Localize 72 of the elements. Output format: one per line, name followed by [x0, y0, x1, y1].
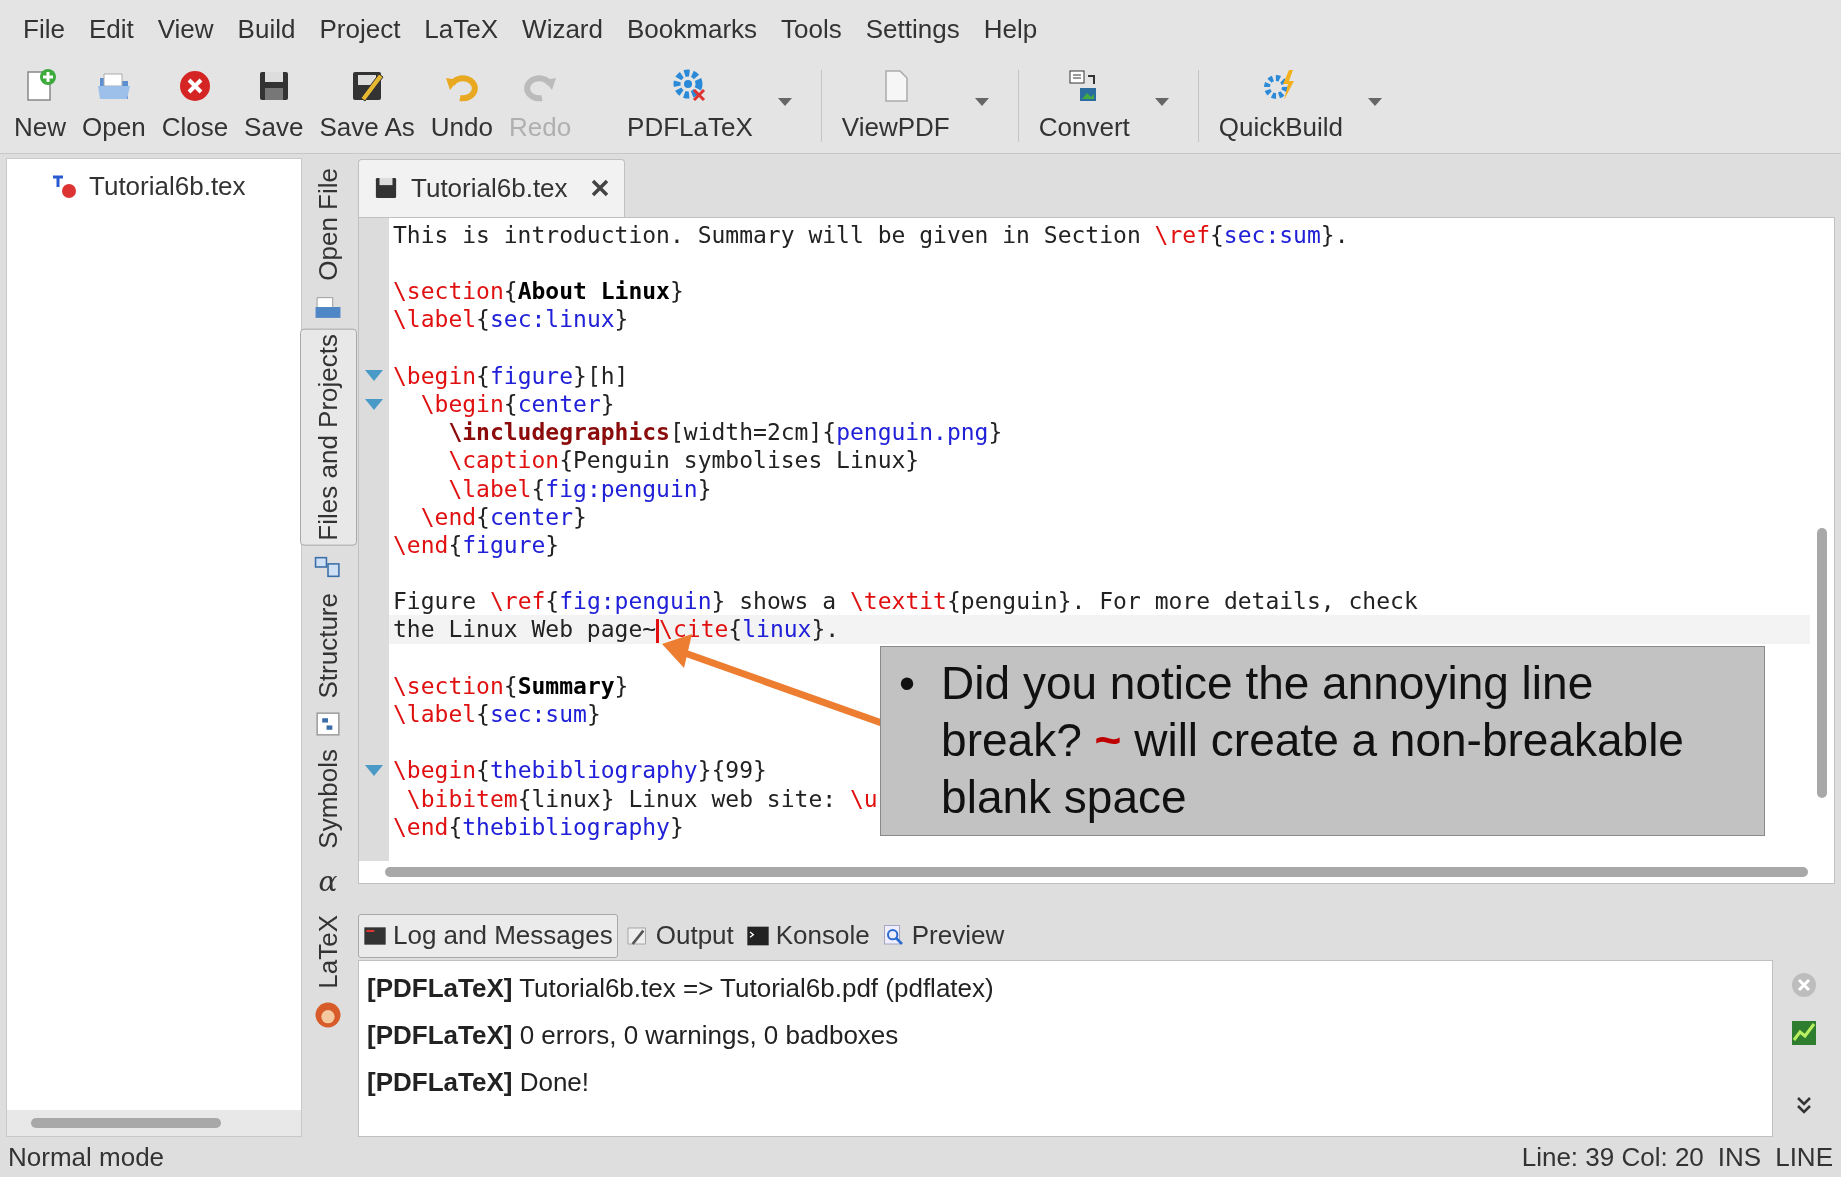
toolbar-button[interactable]: Open	[74, 67, 154, 144]
toolbar-button[interactable]: Convert	[1030, 67, 1138, 144]
toolbar-button[interactable]: Undo	[422, 67, 501, 144]
side-tab[interactable]: LaTeX	[300, 910, 356, 993]
menu-item[interactable]: Help	[974, 9, 1047, 49]
toolbar-button[interactable]: New	[6, 67, 74, 144]
panel-tab[interactable]: Log and Messages	[358, 913, 618, 958]
menu-item[interactable]: File	[14, 9, 74, 49]
editor-tab[interactable]: Tutorial6b.tex	[358, 158, 625, 217]
code-line: \end{thebibliography}	[392, 812, 684, 841]
mode-label: Normal mode	[8, 1140, 165, 1174]
close-icon[interactable]	[589, 178, 610, 199]
code-line: \begin{center}	[419, 390, 615, 419]
dropdown-caret-icon[interactable]	[776, 96, 793, 107]
menu-item[interactable]: Bookmarks	[618, 9, 767, 49]
code-line: \begin{figure}[h]	[392, 361, 629, 390]
menu-item[interactable]: LaTeX	[415, 9, 508, 49]
panel-tab[interactable]: Output	[621, 913, 738, 958]
side-tab[interactable]: Structure	[300, 589, 356, 703]
toolbar-button[interactable]: Save	[236, 67, 312, 144]
code-line: This is introduction. Summary will be given in Section \ref{sec:sum}.	[392, 220, 1349, 250]
fold-marker-icon[interactable]	[364, 397, 384, 411]
menu-item[interactable]: View	[148, 9, 223, 49]
code-line: \section{About Linux}	[392, 277, 684, 306]
side-tab[interactable]: Open File	[300, 164, 356, 285]
tab-title: Tutorial6b.tex	[411, 171, 568, 205]
side-tab[interactable]: Symbols	[300, 744, 356, 853]
menu-item[interactable]: Edit	[79, 9, 143, 49]
code-line: \includegraphics[width=2cm]{penguin.png}	[447, 418, 1003, 447]
menu-item[interactable]: Wizard	[513, 9, 612, 49]
log-message: [PDFLaTeX] Tutorial6b.tex => Tutorial6b.pdf (pdflatex)	[367, 972, 995, 1006]
code-line: Figure \ref{fig:penguin} shows a \textit{penguin}. For more details, check	[392, 587, 1418, 616]
code-line: \end{center}	[419, 502, 587, 531]
code-line: \caption{Penguin symbolises Linux}	[447, 446, 920, 475]
log-message: [PDFLaTeX] 0 errors, 0 warnings, 0 badboxes	[367, 1019, 900, 1053]
gear-pdf-icon	[671, 67, 708, 104]
structure-icon	[315, 710, 341, 737]
code-line: \begin{thebibliography}{99}	[392, 756, 767, 785]
insert-mode: INS	[1717, 1140, 1762, 1174]
code-line: \label{sec:linux}	[392, 305, 629, 334]
menu-item[interactable]: Project	[310, 9, 410, 49]
code-line: \section{Summary}	[392, 671, 629, 701]
bullet: •	[899, 656, 916, 711]
code-line: \bibitem{linux} Linux web site: \u	[405, 784, 878, 813]
side-tab[interactable]: Files and Projects	[299, 328, 357, 546]
code-line: \label{fig:penguin}	[447, 474, 712, 503]
log-message: [PDFLaTeX] Done!	[367, 1066, 591, 1100]
menu-item[interactable]: Tools	[772, 9, 851, 49]
fold-marker-icon[interactable]	[364, 369, 384, 383]
horizontal-scrollbar[interactable]	[7, 1110, 301, 1136]
callout-text: Did you notice the annoying line break? ~ will create a non-breakable blank space	[941, 656, 1685, 825]
toolbar-button[interactable]: ViewPDF	[833, 67, 958, 144]
selection-mode: LINE	[1775, 1140, 1833, 1174]
cursor-position: Line: 39 Col: 20	[1521, 1140, 1704, 1174]
dropdown-caret-icon[interactable]	[1153, 96, 1170, 107]
dropdown-caret-icon[interactable]	[973, 96, 990, 107]
toolbar-button[interactable]: Close	[153, 67, 237, 144]
code-line: \label{sec:sum}	[392, 700, 601, 729]
double-chevron-icon[interactable]	[1796, 1096, 1812, 1115]
document-entry[interactable]: Tutorial6b.tex	[51, 167, 301, 206]
toolbar-button[interactable]: Save As	[311, 67, 423, 144]
fold-marker-icon[interactable]	[364, 764, 384, 777]
menu-item[interactable]: Build	[228, 9, 305, 49]
toolbar-button[interactable]: QuickBuild	[1210, 67, 1352, 144]
menu-item[interactable]: Settings	[856, 9, 969, 49]
code-line: \end{figure}	[392, 530, 560, 560]
panel-tab[interactable]: Konsole	[741, 913, 874, 958]
chart-icon[interactable]	[1791, 1020, 1817, 1047]
panel-tab[interactable]: Preview	[877, 913, 1009, 958]
dropdown-caret-icon[interactable]	[1367, 96, 1384, 107]
toolbar-button[interactable]: PDFLaTeX	[619, 67, 761, 144]
alpha-symbol: α	[318, 863, 338, 900]
